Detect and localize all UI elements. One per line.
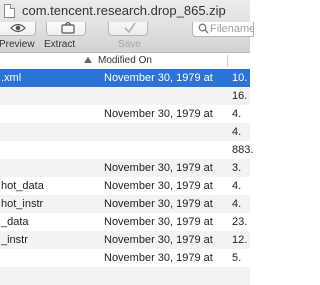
modified-date: November 30, 1979 at bbox=[104, 252, 213, 264]
column-divider bbox=[227, 55, 228, 67]
search-icon bbox=[198, 23, 209, 34]
file-size: 16. bbox=[232, 90, 248, 102]
window-title: com.tencent.research.drop_865.zip bbox=[22, 3, 226, 18]
preview-label: Preview bbox=[0, 39, 35, 50]
file-list: .xml November 30, 1979 at 10. 16. Novemb… bbox=[0, 69, 254, 285]
file-name: .xml bbox=[1, 72, 22, 84]
table-row[interactable]: 883. bbox=[0, 141, 254, 159]
table-row[interactable]: _data November 30, 1979 at 23. bbox=[0, 213, 250, 231]
file-size: 883. bbox=[232, 144, 254, 156]
table-row[interactable]: 16. bbox=[0, 87, 250, 105]
save-button[interactable] bbox=[108, 22, 148, 36]
file-size: 12. bbox=[232, 234, 248, 246]
search-input[interactable] bbox=[210, 22, 254, 35]
table-row[interactable]: November 30, 1979 at 4. bbox=[0, 105, 250, 123]
extract-button[interactable] bbox=[46, 22, 86, 36]
extract-icon bbox=[61, 22, 75, 34]
file-name: _data bbox=[1, 216, 29, 228]
title-bar: com.tencent.research.drop_865.zip bbox=[0, 0, 250, 22]
modified-date: November 30, 1979 at bbox=[104, 180, 213, 192]
file-name: hot_data bbox=[1, 180, 44, 192]
document-icon bbox=[4, 4, 15, 18]
table-row[interactable]: 4. bbox=[0, 123, 250, 141]
modified-date: November 30, 1979 at bbox=[104, 198, 213, 210]
file-size: 4. bbox=[232, 126, 242, 138]
file-size: 5. bbox=[232, 252, 242, 264]
file-size: 4. bbox=[232, 198, 242, 210]
column-header: Modified On bbox=[0, 53, 250, 70]
modified-date: November 30, 1979 at bbox=[104, 234, 213, 246]
checkmark-icon bbox=[124, 22, 136, 34]
table-row[interactable]: hot_instr November 30, 1979 at 4. bbox=[0, 195, 250, 213]
modified-date: November 30, 1979 at bbox=[104, 216, 213, 228]
table-row[interactable] bbox=[0, 267, 250, 285]
file-size: 4. bbox=[232, 108, 242, 120]
file-size: 10. bbox=[232, 72, 248, 84]
table-row[interactable]: .xml November 30, 1979 at 10. bbox=[0, 69, 250, 87]
file-name: _instr bbox=[1, 234, 28, 246]
file-name: hot_instr bbox=[1, 198, 44, 210]
modified-date: November 30, 1979 at bbox=[104, 162, 213, 174]
toolbar: Preview Extract Save bbox=[0, 22, 254, 53]
table-row[interactable]: November 30, 1979 at 5. bbox=[0, 249, 250, 267]
modified-date: November 30, 1979 at bbox=[104, 108, 213, 120]
search-field[interactable] bbox=[192, 22, 254, 37]
file-size: 23. bbox=[232, 216, 248, 228]
table-row[interactable]: hot_data November 30, 1979 at 4. bbox=[0, 177, 250, 195]
sort-ascending-icon[interactable] bbox=[84, 57, 92, 63]
save-label: Save bbox=[118, 39, 141, 50]
table-row[interactable]: November 30, 1979 at 3. bbox=[0, 159, 250, 177]
file-size: 3. bbox=[232, 162, 242, 174]
table-row[interactable]: _instr November 30, 1979 at 12. bbox=[0, 231, 250, 249]
preview-button[interactable] bbox=[0, 22, 36, 36]
modified-on-column[interactable]: Modified On bbox=[98, 55, 152, 66]
file-size: 4. bbox=[232, 180, 242, 192]
eye-icon bbox=[10, 23, 26, 33]
extract-label: Extract bbox=[44, 39, 76, 50]
modified-date: November 30, 1979 at bbox=[104, 72, 213, 84]
